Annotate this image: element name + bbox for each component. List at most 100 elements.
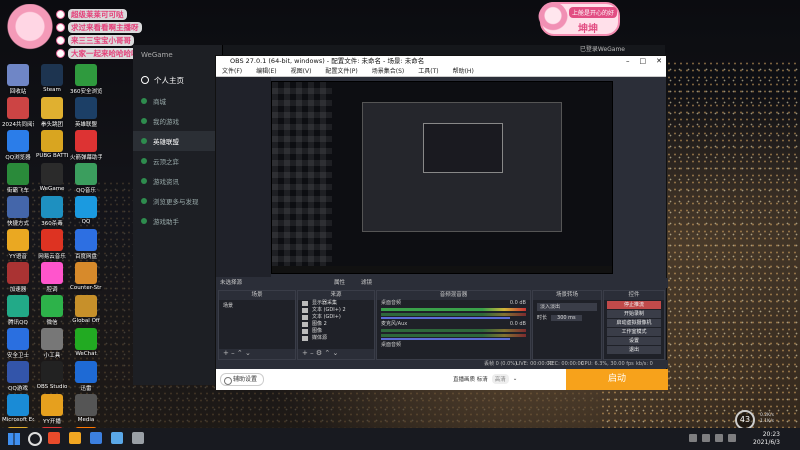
taskbar-app-icon[interactable] <box>132 432 144 444</box>
desktop-icon[interactable]: PUBG BATTLEGR <box>36 130 68 159</box>
desktop-icon[interactable]: QQ浏览器 <box>2 130 34 161</box>
desktop-icon[interactable]: 街霸飞车 <box>2 163 34 194</box>
remove-icon[interactable]: – <box>310 349 314 357</box>
obs-window: OBS 27.0.1 (64-bit, windows) - 配置文件: 未命名… <box>215 55 668 390</box>
desktop-icon[interactable]: YY开播 <box>36 394 68 425</box>
desktop-icon[interactable]: QQ游戏 <box>2 361 34 392</box>
add-icon[interactable]: + <box>223 349 229 357</box>
user-icon <box>141 76 149 84</box>
desktop-icon[interactable]: 拳头跳团 <box>36 97 68 128</box>
desktop-icon[interactable]: 网易云音乐 <box>36 229 68 260</box>
desktop-icon[interactable]: QQ音乐 <box>70 163 102 194</box>
source-item[interactable]: 文本 (GDI+) 2 <box>298 307 374 314</box>
add-icon[interactable]: + <box>302 349 308 357</box>
start-stream-button[interactable]: 启动 <box>566 369 668 390</box>
minimize-icon[interactable]: – <box>626 56 630 67</box>
source-item[interactable]: 图像 2 <box>298 321 374 328</box>
source-item[interactable]: 媒体源 <box>298 335 374 342</box>
wegame-nav-item[interactable]: 游戏助手 <box>133 211 222 231</box>
remove-icon[interactable]: – <box>231 349 235 357</box>
desktop-icon[interactable]: 快捷方式 <box>2 196 34 227</box>
properties-button[interactable]: 属性 <box>334 278 345 288</box>
chevron-up-icon[interactable]: ⌃ <box>237 349 243 357</box>
user-icon <box>56 35 65 45</box>
desktop-icon[interactable]: YY语音 <box>2 229 34 260</box>
taskbar-app-icon[interactable] <box>48 432 60 444</box>
filters-button[interactable]: 滤镜 <box>361 278 372 288</box>
source-item[interactable]: 图像 <box>298 328 374 335</box>
desktop-icon[interactable]: Counter-Strike <box>70 262 102 291</box>
desktop-icon[interactable]: 回收站 <box>2 64 34 95</box>
wegame-nav-item[interactable]: 游戏资讯 <box>133 171 222 191</box>
chevron-up-icon[interactable]: ⌃ <box>324 349 330 357</box>
volume-slider[interactable] <box>381 338 510 340</box>
taskbar-app-icon[interactable] <box>90 432 102 444</box>
desktop-icon[interactable]: 安全卫士 <box>2 328 34 359</box>
wegame-nav-item[interactable]: 英雄联盟 <box>133 131 222 151</box>
taskbar-clock[interactable]: 20:23 2021/6/3 <box>753 431 780 447</box>
desktop-icon[interactable]: Media <box>70 394 102 423</box>
source-item[interactable]: 文本 (GDI+) <box>298 314 374 321</box>
taskbar-app-icon[interactable] <box>69 432 81 444</box>
obs-menu-item[interactable]: 工具(T) <box>418 67 438 76</box>
desktop-icon[interactable]: 迅雷 <box>70 361 102 392</box>
desktop-icon[interactable]: Steam <box>36 64 68 93</box>
control-button[interactable]: 退出 <box>607 346 661 354</box>
chevron-up-icon[interactable] <box>689 434 697 442</box>
windows-start-icon[interactable] <box>8 433 20 445</box>
desktop-icon[interactable]: Global Off <box>70 295 102 324</box>
obs-menu-item[interactable]: 配置文件(P) <box>325 67 357 76</box>
desktop-icon[interactable]: 加速器 <box>2 262 34 293</box>
wegame-nav-item[interactable]: 商城 <box>133 91 222 111</box>
source-item[interactable]: 显示器采集 <box>298 300 374 307</box>
obs-menu-item[interactable]: 场景集合(S) <box>372 67 405 76</box>
desktop-icon[interactable]: 腾讯QQ <box>2 295 34 326</box>
desktop-icon[interactable]: 英雄联盟 <box>70 97 102 128</box>
obs-menu-item[interactable]: 编辑(E) <box>256 67 276 76</box>
app-icon <box>75 361 97 383</box>
volume-icon[interactable] <box>715 434 723 442</box>
search-icon[interactable] <box>28 432 42 446</box>
wegame-nav-item[interactable]: 我的游戏 <box>133 111 222 131</box>
network-icon[interactable] <box>702 434 710 442</box>
desktop-icon[interactable]: 360杀毒 <box>36 196 68 227</box>
obs-menu-item[interactable]: 视图(V) <box>291 67 312 76</box>
desktop-icon[interactable]: WeChat <box>70 328 102 357</box>
desktop-icon[interactable]: 2024共同阅读 <box>2 97 34 128</box>
desktop-icon[interactable]: 微信 <box>36 295 68 326</box>
obs-menu-item[interactable]: 文件(F) <box>222 67 242 76</box>
desktop-icon[interactable]: WeGame <box>36 163 68 192</box>
desktop-icon[interactable]: 360安全浏览器 <box>70 64 102 95</box>
wegame-nav-item[interactable]: 浏览更多与发现 <box>133 191 222 211</box>
wegame-user-home[interactable]: 个人主页 <box>133 69 222 91</box>
app-icon <box>75 262 97 284</box>
desktop-icon[interactable]: 火箭弹幕助手 <box>70 130 102 161</box>
desktop-icon[interactable]: 小工具 <box>36 328 68 359</box>
duration-input[interactable]: 300 ms <box>551 314 582 321</box>
chevron-down-icon[interactable]: ⌄ <box>245 349 251 357</box>
chevron-down-icon[interactable]: ⌄ <box>332 349 338 357</box>
ime-icon[interactable] <box>728 434 736 442</box>
aux-settings-button[interactable]: 辅助设置 <box>220 373 264 386</box>
control-button[interactable]: 开始录制 <box>607 310 661 318</box>
desktop-icon[interactable]: OBS Studio <box>36 361 68 390</box>
control-button[interactable]: 启动虚拟摄像机 <box>607 319 661 327</box>
desktop-icon[interactable]: Microsoft Edge <box>2 394 34 423</box>
volume-slider[interactable] <box>381 317 510 319</box>
obs-menu-item[interactable]: 帮助(H) <box>453 67 474 76</box>
desktop-icon[interactable]: QQ <box>70 196 102 225</box>
scene-item[interactable]: 场景 <box>219 300 295 311</box>
obs-preview[interactable] <box>271 81 613 274</box>
wegame-nav-item[interactable]: 云顶之弈 <box>133 151 222 171</box>
transition-select[interactable]: 淡入淡出 <box>537 303 597 311</box>
maximize-icon[interactable]: □ <box>640 56 647 67</box>
control-button[interactable]: 设置 <box>607 337 661 345</box>
control-button[interactable]: 停止推流 <box>607 301 661 309</box>
desktop-icon[interactable]: 腔调 <box>36 262 68 293</box>
control-button[interactable]: 工作室模式 <box>607 328 661 336</box>
desktop-icon[interactable]: 百度网盘 <box>70 229 102 260</box>
gear-icon[interactable]: ⚙ <box>316 349 322 357</box>
stream-quality[interactable]: 直播画质 标清 高清 ⌄ <box>453 374 517 384</box>
taskbar-app-icon[interactable] <box>111 432 123 444</box>
close-icon[interactable]: ✕ <box>656 56 662 67</box>
